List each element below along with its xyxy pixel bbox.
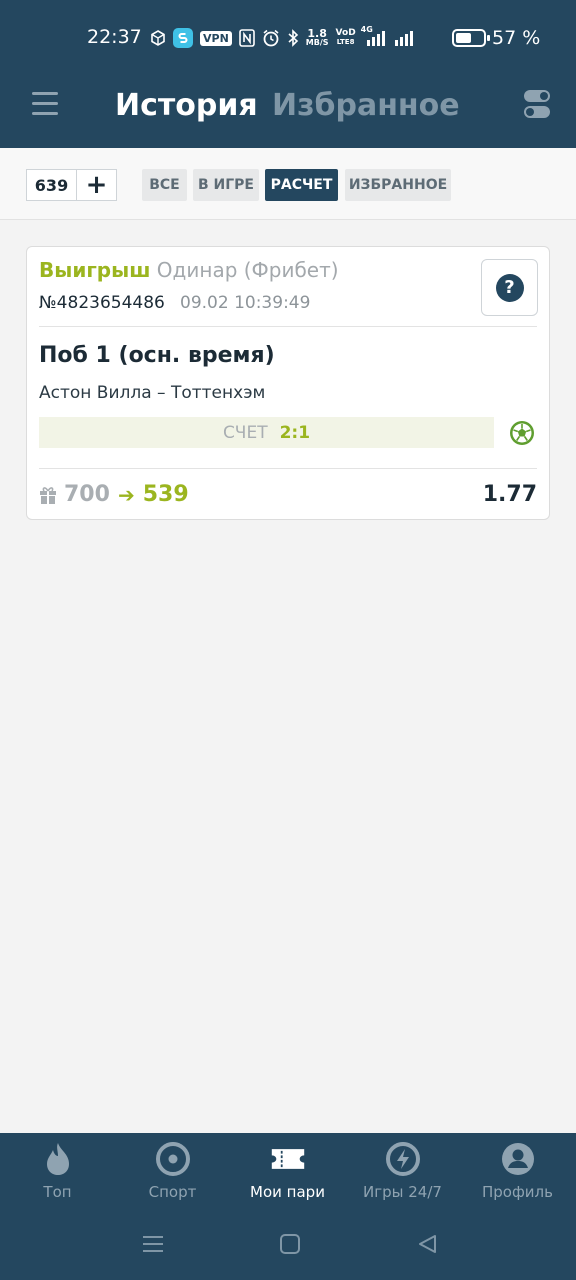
- match-name: Астон Вилла – Тоттенхэм: [39, 383, 266, 403]
- bet-counter: 639 +: [26, 169, 117, 201]
- filter-favorites[interactable]: ИЗБРАННОЕ: [345, 169, 451, 201]
- help-button[interactable]: ?: [481, 259, 538, 316]
- filter-bar: 639 + ВСЕ В ИГРЕ РАСЧЕТ ИЗБРАННОЕ: [0, 148, 576, 220]
- net-speed-unit: MB/S: [305, 38, 329, 47]
- filter-all[interactable]: ВСЕ: [142, 169, 187, 201]
- tab-history[interactable]: История: [115, 88, 258, 123]
- bet-count: 639: [27, 170, 77, 200]
- cube-icon: [150, 30, 166, 46]
- nav-games[interactable]: Игры 24/7: [345, 1133, 460, 1219]
- bet-number: №4823654486: [39, 293, 165, 313]
- ticket-icon: [270, 1141, 306, 1177]
- target-icon: [155, 1141, 191, 1177]
- nav-my-bets[interactable]: Мои пари: [230, 1133, 345, 1219]
- nav-top[interactable]: Топ: [0, 1133, 115, 1219]
- filter-settled[interactable]: РАСЧЕТ: [265, 169, 338, 201]
- nav-top-label: Топ: [43, 1183, 72, 1201]
- status-icons: VPN 1.8 MB/S VoD LTE8 4G: [150, 25, 416, 50]
- lightning-icon: [385, 1141, 421, 1177]
- profile-icon: [500, 1141, 536, 1177]
- payout-amount: 539: [142, 482, 189, 507]
- gift-icon: [39, 485, 57, 505]
- alarm-icon: [262, 29, 280, 47]
- nav-profile[interactable]: Профиль: [460, 1133, 575, 1219]
- volte-bottom: LTE8: [336, 38, 355, 46]
- status-time: 22:37: [87, 26, 142, 48]
- top-area: 22:37 VPN 1.8 MB/S VoD LTE8 4G 57 % Исто…: [0, 0, 576, 148]
- battery-nub: [487, 35, 490, 41]
- divider: [39, 326, 537, 327]
- bottom-nav: Топ Спорт Мои пари Игры 24/7 Профиль: [0, 1133, 576, 1280]
- bet-type: Одинар (Фрибет): [156, 258, 339, 282]
- net-speed-value: 1.8: [307, 27, 327, 40]
- bet-result-line: Выигрыш Одинар (Фрибет): [39, 258, 339, 282]
- signal-4g-icon: 4G: [361, 25, 387, 47]
- battery-percent: 57 %: [492, 27, 541, 49]
- system-menu-icon[interactable]: [142, 1233, 164, 1259]
- toggles-settings-icon[interactable]: [522, 87, 552, 121]
- signal-icon: [394, 29, 416, 47]
- nav-games-label: Игры 24/7: [363, 1183, 442, 1201]
- bet-coefficient: 1.77: [482, 482, 537, 507]
- question-icon: ?: [495, 273, 524, 302]
- bet-outcome: Поб 1 (осн. время): [39, 343, 275, 368]
- app-header: История Избранное: [0, 72, 576, 148]
- bluetooth-icon: [287, 29, 299, 47]
- bet-card[interactable]: Выигрыш Одинар (Фрибет) №4823654486 09.0…: [26, 246, 550, 520]
- bet-amounts: 700 ➔ 539: [39, 482, 189, 507]
- divider: [39, 468, 537, 469]
- system-back-icon[interactable]: [416, 1233, 438, 1259]
- status-bar: 22:37 VPN 1.8 MB/S VoD LTE8 4G 57 %: [0, 0, 576, 72]
- hamburger-menu-icon[interactable]: [32, 92, 58, 118]
- bet-result: Выигрыш: [39, 258, 151, 282]
- football-icon: [509, 420, 535, 446]
- fire-icon: [40, 1141, 76, 1177]
- nfc-icon: [238, 29, 255, 47]
- signal-tag: 4G: [360, 25, 373, 34]
- nav-sport[interactable]: Спорт: [115, 1133, 230, 1219]
- vpn-badge: VPN: [200, 30, 232, 46]
- bet-date: 09.02 10:39:49: [180, 293, 311, 313]
- volte-top: VoD: [335, 28, 356, 38]
- stake-amount: 700: [64, 482, 110, 507]
- nav-my-bets-label: Мои пари: [250, 1183, 325, 1201]
- volte-badge: VoD LTE8: [336, 29, 356, 47]
- nav-sport-label: Спорт: [148, 1183, 197, 1201]
- net-speed: 1.8 MB/S: [305, 27, 329, 47]
- filter-live[interactable]: В ИГРЕ: [193, 169, 259, 201]
- arrow-right-icon: ➔: [117, 482, 135, 507]
- add-button[interactable]: +: [77, 170, 116, 200]
- battery-fill: [456, 33, 471, 43]
- system-nav-bar: [0, 1229, 576, 1269]
- tab-favorites[interactable]: Избранное: [272, 88, 460, 123]
- system-home-icon[interactable]: [279, 1233, 301, 1259]
- score-label: СЧЕТ: [222, 422, 268, 443]
- score-value: 2:1: [279, 422, 311, 443]
- score-bar: СЧЕТ 2:1: [39, 417, 494, 448]
- battery-icon: [452, 29, 490, 47]
- app-s-icon: [173, 28, 193, 48]
- nav-profile-label: Профиль: [482, 1183, 553, 1201]
